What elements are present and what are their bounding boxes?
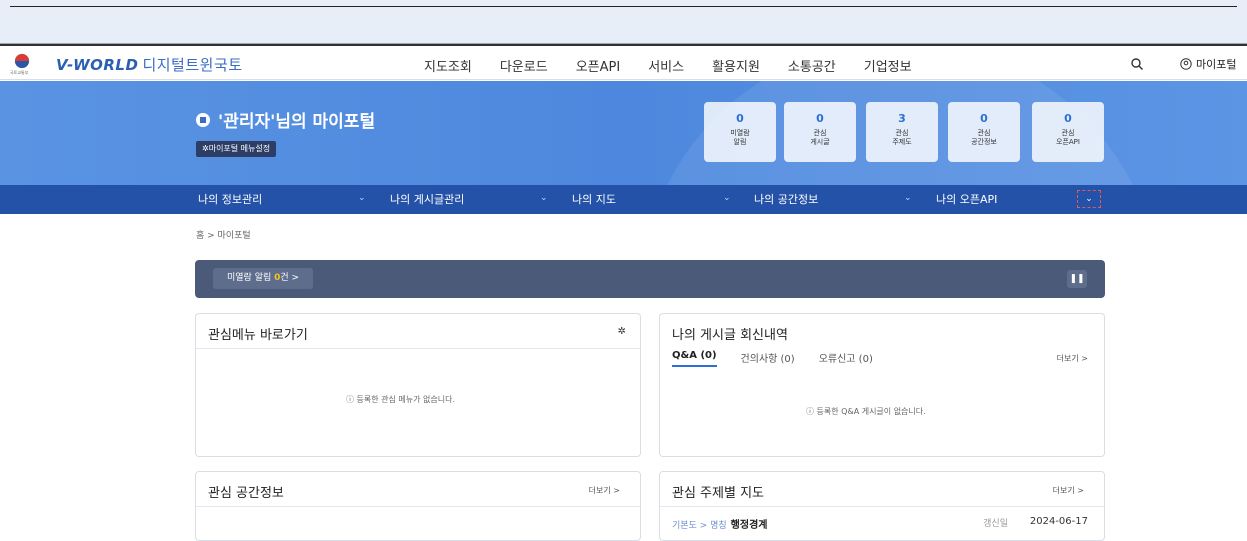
stat-number: 0 xyxy=(1064,112,1072,125)
myportal-banner: '관리자'님의 마이포털 ✲마이포털 메뉴설정 0 미열람 알림 0 관심 게시글 … xyxy=(0,81,1247,185)
more-link[interactable]: 더보기 > xyxy=(1053,485,1084,496)
user-icon xyxy=(1180,58,1192,70)
top-divider xyxy=(10,6,1237,7)
portal-menu-setting-button[interactable]: ✲마이포털 메뉴설정 xyxy=(196,141,277,157)
card-divider xyxy=(196,506,640,507)
my-posts-card: 나의 게시글 회신내역 Q&A (0) 건의사항 (0) 오류신고 (0) 더보… xyxy=(659,313,1105,457)
subnav-item-openapi[interactable]: 나의 오픈API xyxy=(936,185,997,214)
global-nav: 지도조회 다운로드 오픈API 서비스 활용지원 소통공간 기업정보 xyxy=(424,56,940,75)
stat-number: 0 xyxy=(816,112,824,125)
home-icon xyxy=(196,112,210,127)
myportal-label: 마이포털 xyxy=(1196,58,1237,71)
gear-icon[interactable]: ✲ xyxy=(618,326,626,337)
chevron-down-icon[interactable]: ⌄ xyxy=(904,193,912,203)
unread-alert-button[interactable]: 미열람 알림 0건 > xyxy=(213,268,314,289)
gnb-item-support[interactable]: 활용지원 xyxy=(712,56,760,75)
tab-error-reports[interactable]: 오류신고 (0) xyxy=(819,350,873,367)
logo-wordmark: V-WORLD xyxy=(56,56,139,74)
stat-number: 0 xyxy=(736,112,744,125)
subnav-item-maps[interactable]: 나의 지도 xyxy=(572,185,616,214)
map-path: 기본도 > 명칭 xyxy=(672,521,727,531)
page-title: '관리자'님의 마이포털 xyxy=(196,107,375,132)
stat-label: 관심 게시글 xyxy=(810,129,830,146)
stat-label: 관심 공간정보 xyxy=(971,129,997,146)
gnb-item-company[interactable]: 기업정보 xyxy=(864,56,912,75)
alert-bar: 미열람 알림 0건 > ❚❚ xyxy=(195,260,1105,298)
updated-date: 2024-06-17 xyxy=(1029,516,1088,527)
pause-icon[interactable]: ❚❚ xyxy=(1067,270,1087,288)
stat-fav-openapi[interactable]: 0 관심 오픈API xyxy=(1032,102,1104,162)
fav-menu-card: 관심메뉴 바로가기 ✲ ⓘ 등록한 관심 메뉴가 없습니다. xyxy=(195,313,641,457)
card-divider xyxy=(196,348,640,349)
browser-top-strip xyxy=(0,0,1247,44)
list-item[interactable]: 기본도 > 명칭 행정경계 갱신일 2024-06-17 xyxy=(672,516,1088,532)
stat-fav-posts[interactable]: 0 관심 게시글 xyxy=(784,102,856,162)
stat-fav-spatial[interactable]: 0 관심 공간정보 xyxy=(948,102,1020,162)
subnav-expand-toggle[interactable]: ⌄ xyxy=(1077,190,1101,208)
stat-number: 0 xyxy=(980,112,988,125)
search-icon[interactable] xyxy=(1130,56,1144,70)
logo-subtitle: 디지털트윈국토 xyxy=(142,56,243,74)
breadcrumb[interactable]: 홈 > 마이포털 xyxy=(196,228,251,241)
subnav-item-spatial[interactable]: 나의 공간정보 xyxy=(754,185,818,214)
page-title-text: '관리자'님의 마이포털 xyxy=(218,112,376,132)
card-divider xyxy=(660,506,1104,507)
stat-label: 관심 오픈API xyxy=(1056,129,1080,146)
site-logo[interactable]: V-WORLD 디지털트윈국토 xyxy=(56,54,243,75)
tab-suggestions[interactable]: 건의사항 (0) xyxy=(741,350,795,367)
empty-message: ⓘ 등록한 관심 메뉴가 없습니다. xyxy=(346,395,456,404)
fav-spatial-card: 관심 공간정보 더보기 > xyxy=(195,471,641,541)
stat-unread-alerts[interactable]: 0 미열람 알림 xyxy=(704,102,776,162)
empty-message: ⓘ 등록한 Q&A 게시글이 없습니다. xyxy=(806,407,926,416)
card-title: 관심 공간정보 xyxy=(208,486,284,501)
more-link[interactable]: 더보기 > xyxy=(589,485,620,496)
gnb-item-service[interactable]: 서비스 xyxy=(648,56,684,75)
myportal-link[interactable]: 마이포털 xyxy=(1180,56,1236,72)
tab-qna[interactable]: Q&A (0) xyxy=(672,350,717,367)
more-link[interactable]: 더보기 > xyxy=(1057,353,1088,364)
chevron-down-icon[interactable]: ⌄ xyxy=(358,193,366,203)
fav-maps-card: 관심 주제별 지도 더보기 > 기본도 > 명칭 행정경계 갱신일 2024-06… xyxy=(659,471,1105,541)
stat-label: 미열람 알림 xyxy=(730,129,750,146)
card-title: 관심 주제별 지도 xyxy=(672,486,764,501)
updated-label: 갱신일 xyxy=(983,519,1008,529)
gnb-item-download[interactable]: 다운로드 xyxy=(500,56,548,75)
emblem-caption: 국토교통부 xyxy=(10,70,29,75)
myportal-subnav: 나의 정보관리 ⌄ 나의 게시글관리 ⌄ 나의 지도 ⌄ 나의 공간정보 ⌄ 나… xyxy=(0,185,1247,214)
subnav-item-info[interactable]: 나의 정보관리 xyxy=(198,185,262,214)
stat-fav-themes[interactable]: 3 관심 주제도 xyxy=(866,102,938,162)
post-tabs: Q&A (0) 건의사항 (0) 오류신고 (0) xyxy=(672,350,873,367)
map-name: 행정경계 xyxy=(730,520,768,531)
gnb-item-map[interactable]: 지도조회 xyxy=(424,56,472,75)
card-title: 나의 게시글 회신내역 xyxy=(672,328,788,343)
subnav-item-posts[interactable]: 나의 게시글관리 xyxy=(390,185,464,214)
chevron-down-icon[interactable]: ⌄ xyxy=(723,193,731,203)
stat-number: 3 xyxy=(898,112,906,125)
government-emblem-icon[interactable]: 국토교통부 xyxy=(10,52,34,76)
site-header: 국토교통부 V-WORLD 디지털트윈국토 지도조회 다운로드 오픈API 서비스… xyxy=(0,44,1247,80)
card-title: 관심메뉴 바로가기 xyxy=(208,328,308,343)
stat-label: 관심 주제도 xyxy=(892,129,912,146)
chevron-down-icon[interactable]: ⌄ xyxy=(540,193,548,203)
gnb-item-openapi[interactable]: 오픈API xyxy=(576,56,621,75)
gnb-item-community[interactable]: 소통공간 xyxy=(788,56,836,75)
